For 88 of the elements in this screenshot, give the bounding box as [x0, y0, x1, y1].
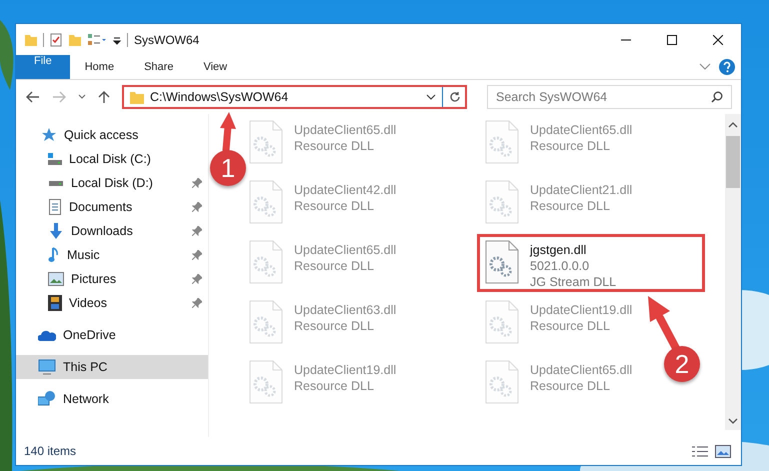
file-name: UpdateClient42.dll	[294, 182, 396, 198]
scroll-up-icon[interactable]	[728, 122, 738, 128]
gear-file-icon	[485, 180, 519, 224]
network-icon	[38, 391, 56, 407]
sidebar-item[interactable]: Local Disk (C:)	[16, 147, 208, 171]
scrollbar[interactable]	[725, 114, 741, 430]
sidebar-item[interactable]: Music	[16, 243, 208, 267]
ribbon-tab[interactable]: Share	[129, 55, 188, 79]
download-icon	[48, 223, 64, 239]
file-detail: Resource DLL	[294, 318, 375, 334]
gear-file-icon	[249, 360, 283, 404]
scrollbar-thumb[interactable]	[726, 136, 740, 188]
cloud-icon	[38, 329, 56, 341]
recent-locations-icon[interactable]	[78, 94, 86, 100]
file-detail: Resource DLL	[294, 138, 375, 154]
file-detail: Resource DLL	[294, 258, 375, 274]
view-options-icon[interactable]	[87, 32, 107, 46]
gear-file-icon	[249, 180, 283, 224]
file-detail: JG Stream DLL	[530, 274, 616, 290]
star-icon	[41, 127, 57, 143]
address-bar[interactable]: C:\Windows\SysWOW64	[122, 85, 467, 109]
document-icon	[48, 199, 62, 215]
sidebar-item[interactable]: Videos	[16, 291, 208, 315]
file-name: UpdateClient65.dll	[530, 362, 632, 378]
close-icon	[713, 34, 723, 44]
annotation-arrow	[220, 112, 236, 154]
gear-file-icon	[485, 120, 519, 164]
file-name: UpdateClient65.dll	[530, 122, 632, 138]
file-name: UpdateClient19.dll	[530, 302, 632, 318]
gear-file-icon	[249, 120, 283, 164]
picture-icon	[48, 272, 64, 286]
file-detail: Resource DLL	[530, 378, 611, 394]
file-name: UpdateClient19.dll	[294, 362, 396, 378]
palm-leaf-drawing	[0, 20, 14, 90]
search-field[interactable]: Search SysWOW64	[487, 85, 732, 109]
music-note-icon	[48, 247, 60, 263]
gear-file-icon	[485, 240, 519, 284]
window-title: SysWOW64	[134, 32, 200, 46]
pin-icon[interactable]	[192, 250, 202, 260]
file-detail: Resource DLL	[530, 198, 611, 214]
file-detail: 5021.0.0.0	[530, 258, 590, 274]
refresh-icon[interactable]	[449, 91, 461, 103]
folder-icon	[130, 90, 144, 104]
file-name: UpdateClient65.dll	[294, 122, 396, 138]
sidebar-item[interactable]: Pictures	[16, 267, 208, 291]
pin-icon[interactable]	[192, 178, 202, 188]
gear-file-icon	[249, 300, 283, 344]
scroll-down-icon[interactable]	[728, 418, 738, 424]
gear-file-icon	[485, 300, 519, 344]
back-icon[interactable]	[26, 91, 40, 103]
file-name: jgstgen.dll	[530, 242, 588, 258]
pin-icon[interactable]	[192, 274, 202, 284]
ribbon-tab[interactable]: Home	[70, 55, 130, 79]
up-icon[interactable]	[98, 90, 110, 104]
properties-icon[interactable]	[49, 32, 63, 46]
monitor-icon	[38, 359, 56, 375]
search-icon[interactable]	[711, 91, 723, 103]
drive-icon	[49, 180, 63, 186]
gear-file-icon	[249, 240, 283, 284]
sidebar-item[interactable]: Downloads	[16, 219, 208, 243]
drive-icon	[48, 153, 62, 165]
file-detail: Resource DLL	[294, 378, 375, 394]
sidebar-item[interactable]: Documents	[16, 195, 208, 219]
dropdown-icon[interactable]	[426, 94, 436, 100]
address-path: C:\Windows\SysWOW64	[150, 90, 288, 104]
file-detail: Resource DLL	[530, 138, 611, 154]
file-name: UpdateClient21.dll	[530, 182, 632, 198]
file-name: UpdateClient63.dll	[294, 302, 396, 318]
details-view-icon[interactable]	[691, 444, 709, 458]
gear-file-icon	[485, 360, 519, 404]
chevron-icon[interactable]	[699, 63, 711, 71]
ribbon-tab[interactable]: View	[188, 55, 242, 79]
file-detail: Resource DLL	[530, 318, 611, 334]
sidebar-item[interactable]: This PC	[16, 355, 208, 379]
pin-icon[interactable]	[192, 226, 202, 236]
file-name: UpdateClient65.dll	[294, 242, 396, 258]
film-icon	[48, 295, 62, 311]
item-count: 140 items	[24, 444, 76, 458]
maximize-icon	[667, 34, 677, 44]
file-detail: Resource DLL	[294, 198, 375, 214]
sidebar-item[interactable]: Local Disk (D:)	[16, 171, 208, 195]
pin-icon[interactable]	[192, 202, 202, 212]
sidebar-item[interactable]: OneDrive	[16, 323, 208, 347]
sidebar-item[interactable]: Quick access	[16, 123, 208, 147]
pin-icon[interactable]	[192, 298, 202, 308]
help-icon[interactable]	[719, 59, 735, 75]
sidebar-item[interactable]: Network	[16, 387, 208, 411]
thumbnail-view-icon[interactable]	[715, 444, 731, 458]
